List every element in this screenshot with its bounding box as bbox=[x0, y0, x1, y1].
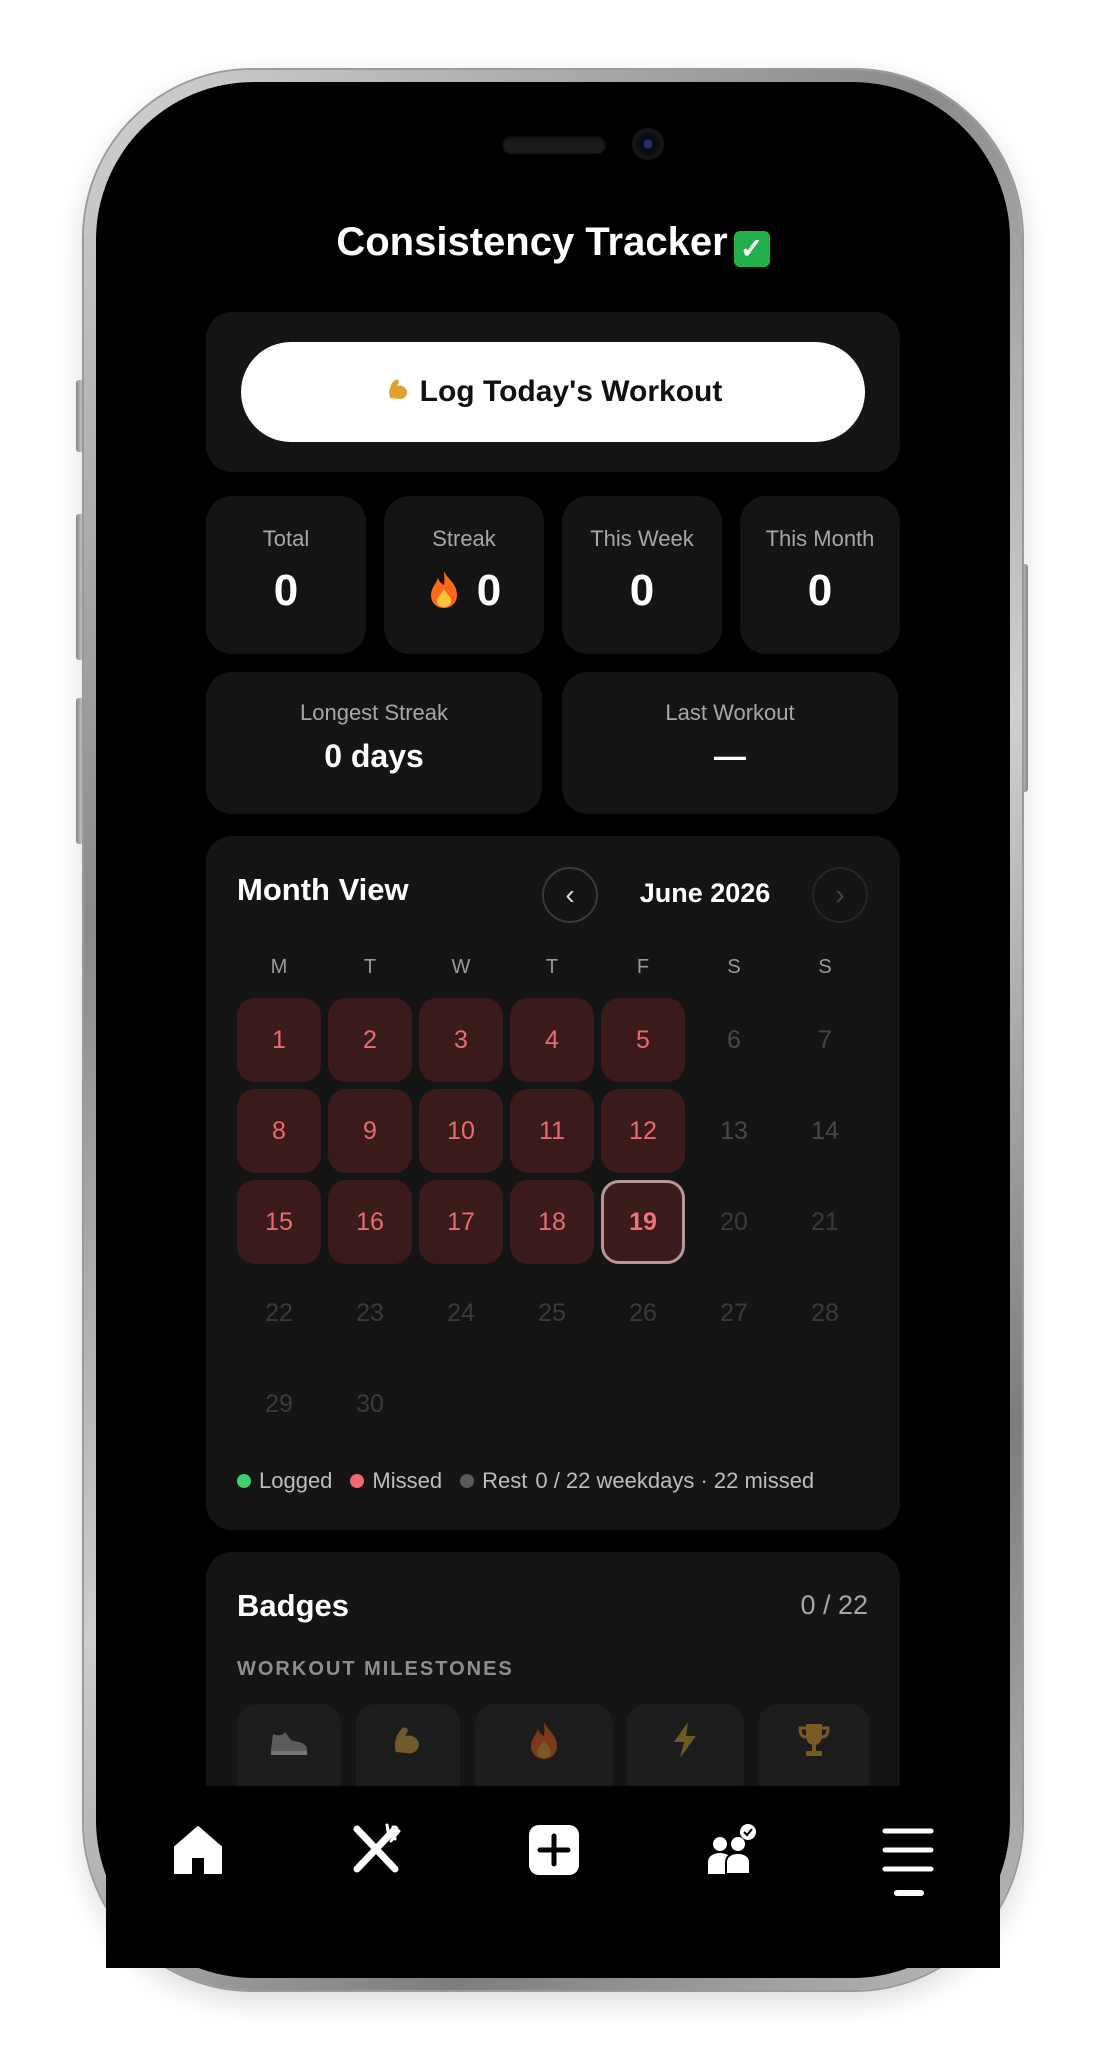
missed-dot-icon bbox=[350, 1474, 365, 1488]
earpiece-speaker bbox=[502, 136, 606, 154]
front-camera bbox=[632, 128, 664, 160]
home-icon bbox=[171, 1823, 225, 1881]
calendar-day[interactable]: 20 bbox=[692, 1180, 776, 1264]
calendar-day[interactable]: 17 bbox=[419, 1180, 503, 1264]
stat-label: This Month bbox=[765, 526, 875, 551]
nav-community[interactable] bbox=[702, 1822, 762, 1882]
calendar-day[interactable]: 9 bbox=[328, 1089, 412, 1173]
month-label: June 2026 bbox=[639, 878, 771, 908]
stat-this-week: This Week 0 bbox=[562, 496, 722, 654]
longest-streak-card: Longest Streak 0 days bbox=[206, 672, 542, 814]
stat-value: 0 bbox=[273, 566, 299, 615]
legend-logged: Logged bbox=[237, 1468, 332, 1494]
weekday-header: F bbox=[636, 956, 650, 978]
nav-menu[interactable] bbox=[878, 1822, 938, 1882]
community-icon bbox=[704, 1822, 760, 1882]
summary-value: — bbox=[714, 738, 746, 774]
calendar-day[interactable]: 27 bbox=[692, 1271, 776, 1355]
log-workout-button[interactable]: Log Today's Workout bbox=[241, 342, 865, 442]
weekday-header: T bbox=[545, 956, 559, 978]
stat-value: 0 bbox=[476, 566, 502, 615]
calendar-day[interactable]: 14 bbox=[783, 1089, 867, 1173]
calendar-day[interactable]: 2 bbox=[328, 998, 412, 1082]
prev-month-button[interactable]: ‹ bbox=[542, 867, 598, 923]
logged-dot-icon bbox=[237, 1474, 251, 1488]
legend-rest-label: Rest bbox=[482, 1468, 528, 1493]
stat-label: This Week bbox=[590, 526, 694, 551]
calendar-day[interactable]: 28 bbox=[783, 1271, 867, 1355]
legend-logged-label: Logged bbox=[259, 1468, 333, 1493]
calendar-day[interactable]: 10 bbox=[419, 1089, 503, 1173]
menu-icon bbox=[881, 1823, 935, 1881]
calendar-day[interactable]: 11 bbox=[510, 1089, 594, 1173]
active-tab-indicator bbox=[894, 1890, 924, 1896]
chevron-right-icon: › bbox=[835, 879, 845, 910]
stat-label: Total bbox=[262, 526, 310, 551]
legend-missed-label: Missed bbox=[372, 1468, 443, 1493]
flexed-biceps-icon bbox=[384, 374, 414, 411]
calendar-day[interactable]: 22 bbox=[237, 1271, 321, 1355]
weekday-header: S bbox=[818, 956, 832, 978]
calendar-day-today[interactable]: 19 bbox=[601, 1180, 685, 1264]
fork-knife-icon bbox=[349, 1823, 403, 1881]
calendar-day[interactable]: 1 bbox=[237, 998, 321, 1082]
calendar-day[interactable]: 8 bbox=[237, 1089, 321, 1173]
summary-label: Longest Streak bbox=[300, 700, 448, 725]
page-title: Consistency Tracker ✓ bbox=[206, 220, 900, 267]
calendar-day[interactable]: 30 bbox=[328, 1362, 412, 1446]
calendar-day[interactable]: 4 bbox=[510, 998, 594, 1082]
summary-label: Last Workout bbox=[665, 700, 795, 725]
calendar-day[interactable]: 13 bbox=[692, 1089, 776, 1173]
next-month-button[interactable]: › bbox=[812, 867, 868, 923]
stat-streak: Streak 0 bbox=[384, 496, 544, 654]
weekday-header: S bbox=[727, 956, 741, 978]
calendar-day[interactable]: 25 bbox=[510, 1271, 594, 1355]
stat-label: Streak bbox=[432, 526, 496, 551]
calendar-day[interactable]: 12 bbox=[601, 1089, 685, 1173]
calendar-day[interactable]: 26 bbox=[601, 1271, 685, 1355]
legend-rest: Rest bbox=[460, 1468, 527, 1494]
last-workout-card: Last Workout — bbox=[562, 672, 898, 814]
rest-dot-icon bbox=[460, 1474, 475, 1488]
stat-value: 0 bbox=[629, 566, 655, 615]
calendar-day[interactable]: 23 bbox=[328, 1271, 412, 1355]
legend-missed: Missed bbox=[350, 1468, 442, 1494]
add-icon bbox=[527, 1823, 581, 1881]
nav-nutrition[interactable] bbox=[346, 1822, 406, 1882]
calendar-day[interactable]: 18 bbox=[510, 1180, 594, 1264]
calendar-day[interactable]: 5 bbox=[601, 998, 685, 1082]
check-mark-icon: ✓ bbox=[733, 231, 770, 267]
calendar-day[interactable]: 6 bbox=[692, 998, 776, 1082]
log-workout-label: Log Today's Workout bbox=[419, 375, 723, 408]
badges-count: 0 / 22 bbox=[800, 1590, 868, 1620]
workout-milestones-label: WORKOUT MILESTONES bbox=[237, 1658, 514, 1680]
calendar-day[interactable]: 21 bbox=[783, 1180, 867, 1264]
month-view-title: Month View bbox=[237, 872, 409, 907]
weekday-header: T bbox=[363, 956, 377, 978]
nav-home[interactable] bbox=[168, 1822, 228, 1882]
fire-icon bbox=[427, 571, 471, 613]
chevron-left-icon: ‹ bbox=[565, 879, 575, 910]
stat-total: Total 0 bbox=[206, 496, 366, 654]
summary-value: 0 days bbox=[324, 738, 424, 774]
weekday-header: W bbox=[451, 956, 471, 978]
calendar-legend: Logged Missed Rest 0 / 22 weekdays · 22 … bbox=[237, 1468, 814, 1494]
stat-value: 0 bbox=[807, 566, 833, 615]
weekday-summary: 0 / 22 weekdays · 22 missed bbox=[535, 1468, 815, 1493]
badges-title: Badges bbox=[237, 1588, 349, 1623]
calendar-day[interactable]: 16 bbox=[328, 1180, 412, 1264]
calendar-day[interactable]: 15 bbox=[237, 1180, 321, 1264]
calendar-day[interactable]: 7 bbox=[783, 998, 867, 1082]
nav-add[interactable] bbox=[524, 1822, 584, 1882]
calendar-day[interactable]: 3 bbox=[419, 998, 503, 1082]
stat-value-wrap: 0 bbox=[384, 566, 544, 616]
calendar-day[interactable]: 29 bbox=[237, 1362, 321, 1446]
weekday-header: M bbox=[270, 956, 288, 978]
page-title-text: Consistency Tracker bbox=[336, 220, 728, 264]
calendar-day[interactable]: 24 bbox=[419, 1271, 503, 1355]
stat-this-month: This Month 0 bbox=[740, 496, 900, 654]
